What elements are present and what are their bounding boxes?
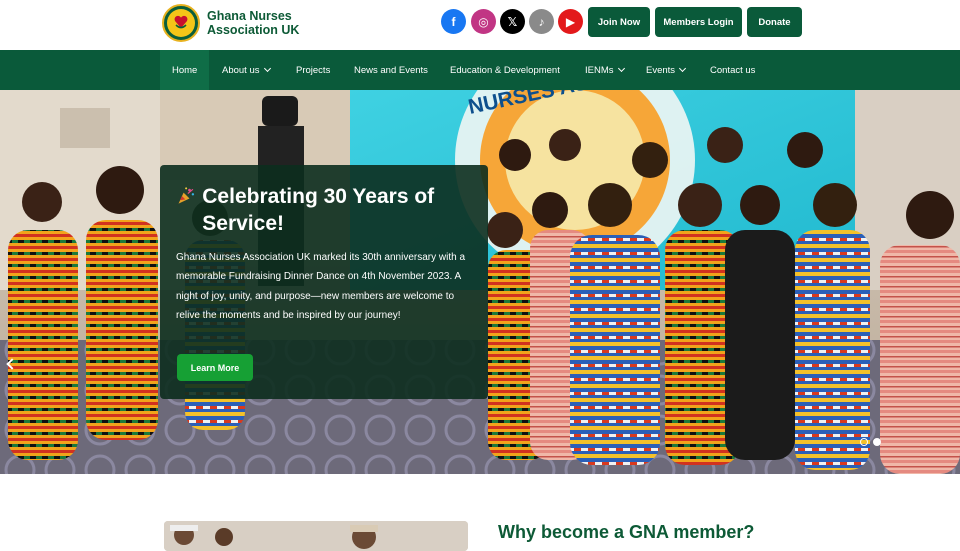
instagram-icon[interactable]: ◎ (471, 9, 496, 34)
nav-item-ienms[interactable]: IENMs (585, 50, 625, 90)
hero-caption-card: Celebrating 30 Years of Service! Ghana N… (160, 165, 488, 399)
nav-item-home[interactable]: Home (160, 50, 210, 90)
member-photo (164, 521, 468, 551)
youtube-icon[interactable]: ▶ (558, 9, 583, 34)
association-logo[interactable] (162, 4, 200, 42)
nav-label: Projects (296, 64, 331, 76)
logo-emblem (167, 9, 195, 37)
main-nav: Home About us Projects News and Events E… (0, 50, 960, 90)
nav-label: Contact us (710, 64, 756, 76)
site-name[interactable]: Ghana Nurses Association UK (207, 9, 299, 37)
nav-label: IENMs (585, 64, 614, 76)
heart-icon (174, 15, 188, 29)
nav-item-about-us[interactable]: About us (222, 50, 271, 90)
slide-dot-1[interactable] (860, 438, 868, 446)
nav-item-education-development[interactable]: Education & Development (450, 50, 560, 90)
tiktok-icon[interactable]: ♪ (529, 9, 554, 34)
nav-item-projects[interactable]: Projects (296, 50, 330, 90)
hero-title-text: Celebrating 30 Years of Service! (202, 185, 435, 235)
x-icon[interactable]: 𝕏 (500, 9, 525, 34)
nav-label: About us (222, 64, 260, 76)
chevron-down-icon (679, 64, 687, 73)
hero-heading: Celebrating 30 Years of Service! (176, 183, 472, 237)
nav-label: Education & Development (450, 64, 560, 76)
member-photo-image (164, 521, 468, 551)
join-now-button[interactable]: Join Now (588, 7, 650, 37)
nav-item-contact-us[interactable]: Contact us (710, 50, 755, 90)
nav-item-events[interactable]: Events (646, 50, 687, 90)
nav-label: Events (646, 64, 676, 76)
facebook-icon[interactable]: f (441, 9, 466, 34)
learn-more-button[interactable]: Learn More (177, 354, 253, 381)
chevron-down-icon (617, 64, 625, 73)
brand-line-2: Association UK (207, 23, 300, 37)
donate-button[interactable]: Donate (747, 7, 802, 37)
site-header: Ghana Nurses Association UK f ◎ 𝕏 ♪ ▶ Jo… (0, 0, 960, 50)
brand-line-1: Ghana Nurses (207, 9, 292, 23)
nav-label: News and Events (354, 64, 428, 76)
members-login-button[interactable]: Members Login (655, 7, 742, 37)
nav-label: Home (172, 64, 198, 76)
chevron-down-icon (263, 64, 271, 73)
hero-description: Ghana Nurses Association UK marked its 3… (176, 252, 466, 321)
nav-item-news-and-events[interactable]: News and Events (354, 50, 428, 90)
party-popper-icon (178, 187, 195, 204)
slide-dot-2[interactable] (873, 438, 881, 446)
